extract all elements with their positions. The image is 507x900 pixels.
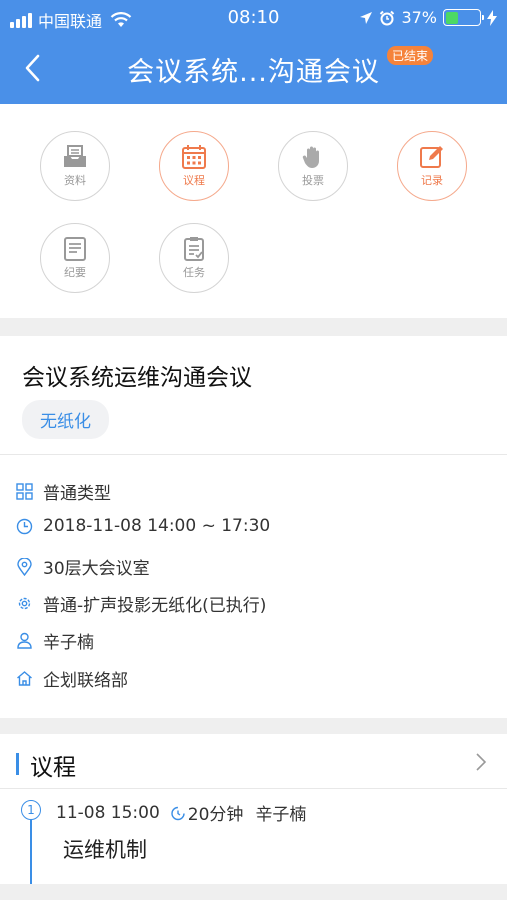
module-materials-button[interactable]: 资料 bbox=[40, 131, 110, 201]
section-accent-bar bbox=[16, 753, 19, 775]
agenda-item-presenter: 辛子楠 bbox=[255, 805, 307, 825]
divider bbox=[0, 788, 507, 789]
meeting-equipment-row: 普通-扩声投影无纸化(已执行) bbox=[16, 591, 266, 616]
agenda-item-topic[interactable]: 运维机制 bbox=[63, 834, 147, 864]
edit-icon bbox=[420, 146, 443, 168]
battery-icon bbox=[443, 9, 484, 26]
document-tray-icon bbox=[64, 145, 86, 167]
agenda-item-time: 11-08 15:00 bbox=[56, 802, 160, 823]
paperless-tag: 无纸化 bbox=[22, 400, 109, 439]
module-agenda-button[interactable]: 议程 bbox=[159, 131, 229, 201]
module-label: 任务 bbox=[183, 266, 205, 279]
module-label: 投票 bbox=[302, 174, 324, 187]
location-arrow-icon bbox=[360, 11, 373, 24]
meeting-type: 普通类型 bbox=[43, 484, 111, 504]
meeting-equipment: 普通-扩声投影无纸化(已执行) bbox=[43, 596, 267, 616]
timer-icon bbox=[171, 806, 185, 820]
module-label: 议程 bbox=[183, 174, 205, 187]
battery-percent: 37% bbox=[401, 8, 437, 27]
agenda-item-duration: 20分钟 bbox=[187, 805, 244, 825]
notes-icon bbox=[64, 237, 86, 261]
person-icon bbox=[17, 632, 32, 649]
module-label: 记录 bbox=[421, 174, 443, 187]
module-label: 资料 bbox=[64, 174, 86, 187]
charging-icon bbox=[487, 9, 497, 26]
meeting-host-row: 辛子楠 bbox=[16, 628, 94, 653]
module-task-button[interactable]: 任务 bbox=[159, 223, 229, 293]
timeline-line bbox=[30, 820, 32, 884]
battery-fill bbox=[445, 11, 458, 24]
meeting-host: 辛子楠 bbox=[43, 633, 94, 653]
meeting-department-row: 企划联络部 bbox=[16, 666, 128, 691]
hand-vote-icon bbox=[302, 146, 319, 168]
clock-icon bbox=[16, 518, 33, 534]
divider bbox=[0, 454, 507, 455]
module-label: 纪要 bbox=[64, 266, 86, 279]
chevron-right-icon[interactable] bbox=[475, 752, 487, 772]
alarm-icon bbox=[380, 10, 395, 25]
meeting-type-row: 普通类型 bbox=[16, 479, 111, 504]
meeting-info-card: 会议系统运维沟通会议 无纸化 普通类型 2018-11-08 14:00 ~ 1… bbox=[0, 336, 507, 718]
settings-icon bbox=[18, 597, 31, 610]
module-vote-button[interactable]: 投票 bbox=[278, 131, 348, 201]
header: 中国联通 08:10 37% 会议系统...沟通会议 已结束 bbox=[0, 0, 507, 104]
meeting-title: 会议系统运维沟通会议 bbox=[22, 365, 252, 391]
task-list-icon bbox=[184, 237, 204, 261]
agenda-item-meta: 11-08 15:00 20分钟 辛子楠 bbox=[56, 800, 307, 826]
status-bar: 中国联通 08:10 37% bbox=[0, 0, 507, 36]
calendar-icon bbox=[182, 145, 206, 169]
meeting-time-row: 2018-11-08 14:00 ~ 17:30 bbox=[16, 516, 270, 536]
grid-icon bbox=[16, 483, 33, 500]
module-record-button[interactable]: 记录 bbox=[397, 131, 467, 201]
location-icon bbox=[17, 557, 32, 576]
agenda-title[interactable]: 议程 bbox=[30, 748, 76, 782]
agenda-item-number: 1 bbox=[21, 800, 41, 820]
module-minutes-button[interactable]: 纪要 bbox=[40, 223, 110, 293]
meeting-time: 2018-11-08 14:00 ~ 17:30 bbox=[43, 516, 271, 536]
status-badge: 已结束 bbox=[387, 46, 434, 65]
meeting-department: 企划联络部 bbox=[43, 671, 128, 691]
navigation-bar: 会议系统...沟通会议 已结束 bbox=[0, 36, 507, 104]
module-grid: 资料 议程 投票 记录 纪要 任务 bbox=[0, 104, 507, 318]
agenda-section: 议程 1 11-08 15:00 20分钟 辛子楠 运维机制 bbox=[0, 734, 507, 884]
meeting-location: 30层大会议室 bbox=[43, 559, 150, 579]
home-icon bbox=[17, 671, 32, 686]
meeting-location-row: 30层大会议室 bbox=[16, 554, 150, 579]
